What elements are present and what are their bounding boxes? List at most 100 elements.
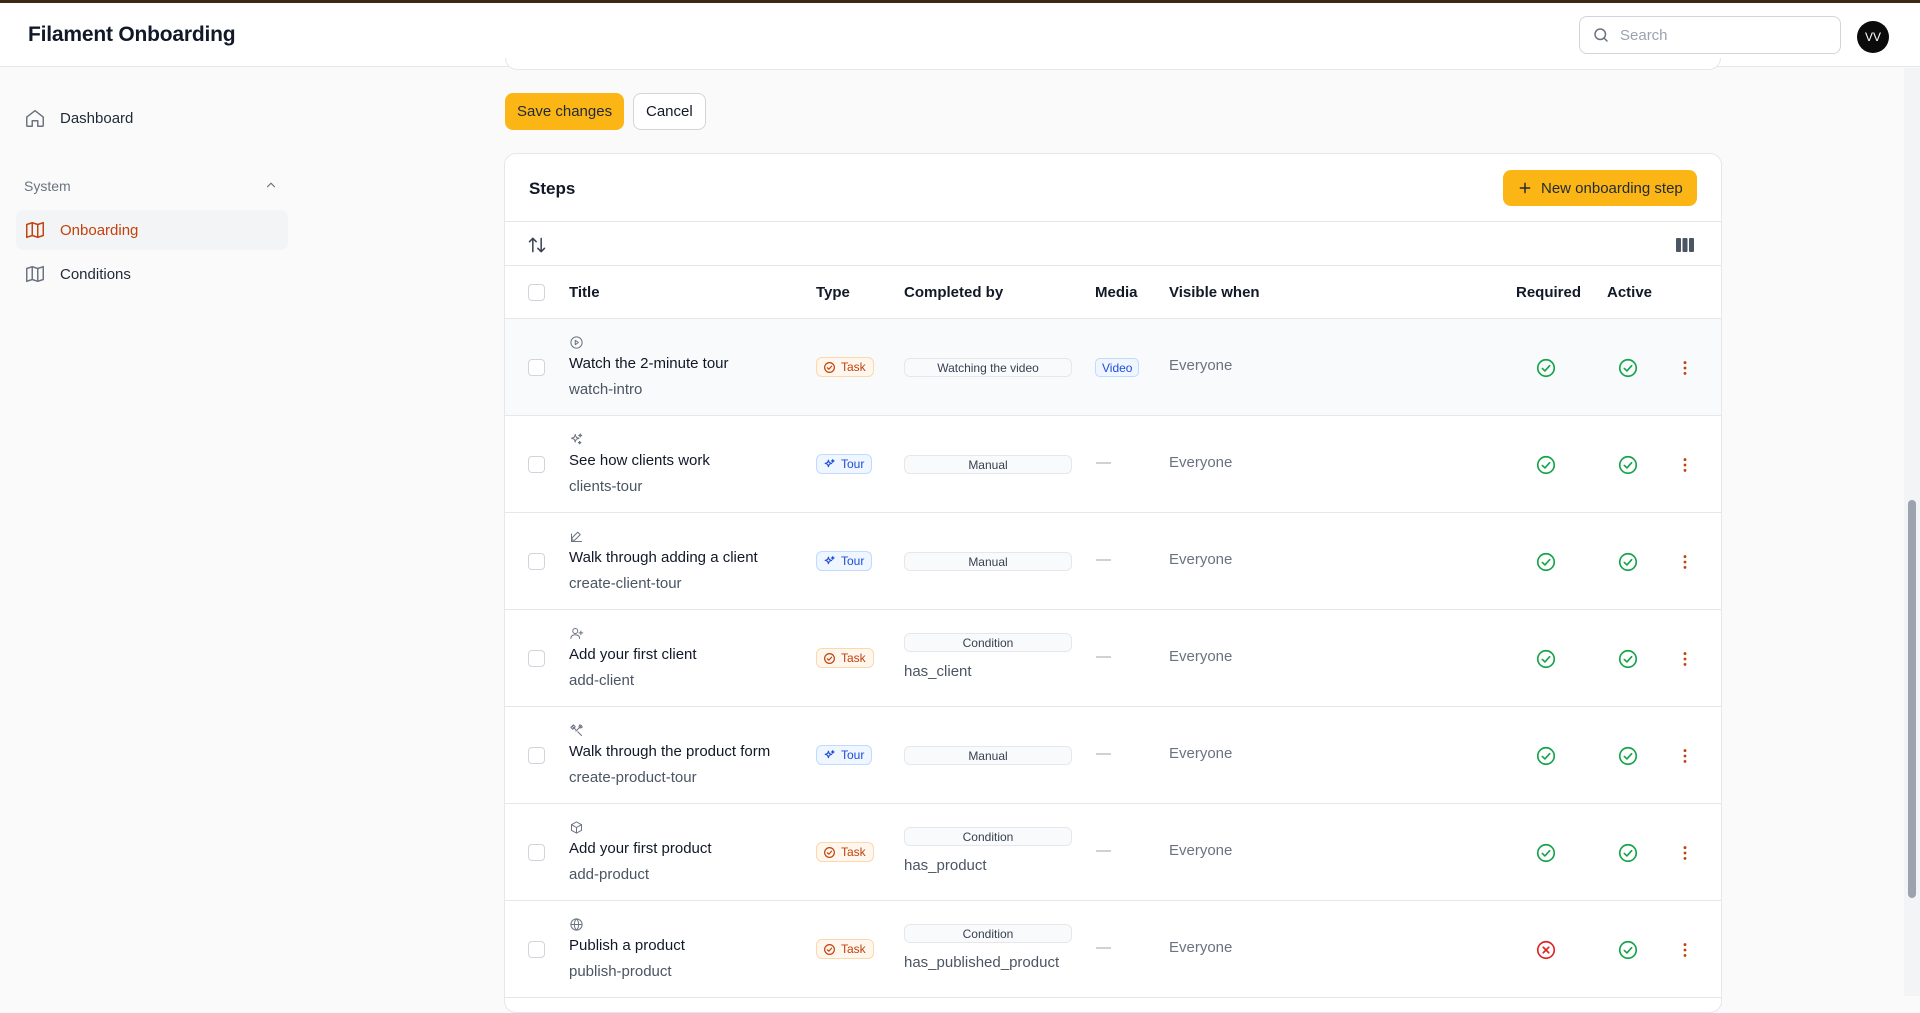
sidebar-item-conditions[interactable]: Conditions [16,254,288,294]
type-label: Tour [841,457,865,471]
condition-key: has_product [904,857,987,874]
columns-icon[interactable] [1675,236,1695,254]
sparkles-icon [823,555,841,568]
required-check-icon [1535,745,1557,767]
media-empty: — [1096,939,1111,956]
visible-when: Everyone [1169,745,1233,762]
column-media[interactable]: Media [1095,284,1138,301]
row-checkbox[interactable] [528,359,545,376]
type-label: Tour [841,748,865,762]
column-visible-when[interactable]: Visible when [1169,284,1260,301]
global-search[interactable] [1579,16,1841,54]
sidebar: Dashboard System Onboarding Conditions [0,68,300,996]
check-circle-icon [823,846,841,859]
type-badge: Tour [816,454,873,474]
type-badge: Tour [816,745,873,765]
step-title[interactable]: Watch the 2-minute tour [569,355,729,372]
table-row[interactable]: Add your first product add-product Task … [505,804,1721,901]
wrench-screwdriver-icon [570,724,583,736]
more-actions-icon[interactable] [1675,649,1695,669]
map-icon [26,265,44,283]
table-row[interactable]: See how clients work clients-tour Tour M… [505,416,1721,513]
select-all-checkbox[interactable] [528,284,545,301]
sidebar-item-label: Conditions [60,265,131,283]
completed-by-badge: Manual [904,552,1072,571]
visible-when: Everyone [1169,648,1233,665]
table-row[interactable]: Walk through adding a client create-clie… [505,513,1721,610]
step-key: add-product [569,866,650,883]
active-check-icon [1617,939,1639,961]
step-title[interactable]: See how clients work [569,452,710,469]
active-check-icon [1617,745,1639,767]
table-row[interactable]: Watch the 2-minute tour watch-intro Task… [505,319,1721,416]
step-key: create-product-tour [569,769,697,786]
media-empty: — [1096,551,1111,568]
completed-by-badge: Manual [904,455,1072,474]
chevron-up-icon[interactable] [264,178,278,192]
check-circle-icon [823,943,841,956]
table-row[interactable]: Walk through the product form create-pro… [505,707,1721,804]
page-scrollbar-thumb[interactable] [1908,500,1916,898]
table-row[interactable]: Add your first client add-client Task Co… [505,610,1721,707]
pencil-square-icon [571,531,582,542]
row-checkbox[interactable] [528,553,545,570]
sidebar-item-dashboard[interactable]: Dashboard [16,98,288,138]
more-actions-icon[interactable] [1675,746,1695,766]
more-actions-icon[interactable] [1675,552,1695,572]
column-title[interactable]: Title [569,284,600,301]
step-title[interactable]: Add your first product [569,840,712,857]
more-actions-icon[interactable] [1675,455,1695,475]
row-checkbox[interactable] [528,650,545,667]
condition-key: has_published_product [904,954,1060,971]
media-empty: — [1096,745,1111,762]
row-checkbox[interactable] [528,456,545,473]
sidebar-item-label: Onboarding [60,221,139,239]
row-checkbox[interactable] [528,844,545,861]
media-empty: — [1096,454,1111,471]
required-check-icon [1535,648,1557,670]
condition-key: has_client [904,663,972,680]
search-icon [1594,28,1608,42]
active-check-icon [1617,551,1639,573]
visible-when: Everyone [1169,454,1233,471]
media-empty: — [1096,648,1111,665]
home-icon [26,109,44,127]
required-check-icon [1535,357,1557,379]
visible-when: Everyone [1169,939,1233,956]
column-active[interactable]: Active [1607,284,1652,301]
user-avatar[interactable]: VV [1857,21,1889,53]
step-key: clients-tour [569,478,643,495]
row-checkbox[interactable] [528,747,545,764]
type-badge: Task [816,357,874,377]
more-actions-icon[interactable] [1675,358,1695,378]
sidebar-item-onboarding[interactable]: Onboarding [16,210,288,250]
step-title[interactable]: Add your first client [569,646,697,663]
type-label: Task [841,845,866,859]
cancel-button[interactable]: Cancel [633,93,706,130]
row-checkbox[interactable] [528,941,545,958]
required-check-icon [1535,551,1557,573]
save-changes-button[interactable]: Save changes [505,93,625,130]
column-required[interactable]: Required [1516,284,1581,301]
step-title[interactable]: Publish a product [569,937,685,954]
completed-by-badge: Condition [904,633,1072,652]
step-key: create-client-tour [569,575,682,592]
new-onboarding-step-button[interactable]: New onboarding step [1503,170,1697,206]
step-title[interactable]: Walk through the product form [569,743,770,760]
search-input[interactable] [1620,26,1820,44]
form-card-bottom [505,58,1721,70]
sort-arrows-icon[interactable] [527,235,547,255]
active-check-icon [1617,842,1639,864]
type-label: Task [841,360,866,374]
table-row[interactable]: Publish a product publish-product Task C… [505,901,1721,998]
column-type[interactable]: Type [816,284,850,301]
table-toolbar [505,221,1721,266]
check-circle-icon [823,361,841,374]
play-circle-icon [570,336,583,349]
more-actions-icon[interactable] [1675,940,1695,960]
app-title[interactable]: Filament Onboarding [28,23,236,47]
step-title[interactable]: Walk through adding a client [569,549,758,566]
column-completed-by[interactable]: Completed by [904,284,1003,301]
completed-by-badge: Watching the video [904,358,1072,377]
more-actions-icon[interactable] [1675,843,1695,863]
